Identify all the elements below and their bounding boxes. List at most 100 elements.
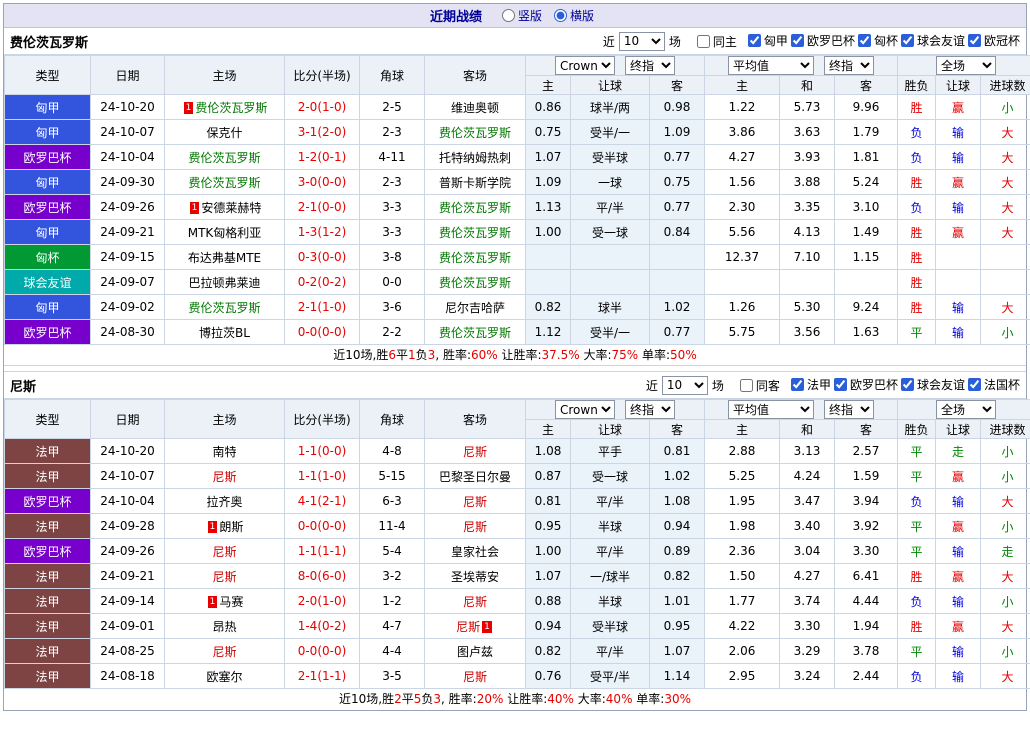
team-name-link[interactable]: 安德莱赫特: [201, 201, 261, 215]
same-venue-checkbox[interactable]: [739, 378, 753, 392]
score-link[interactable]: 1-3(1-2): [298, 225, 347, 239]
team-name-link[interactable]: 尼斯: [456, 620, 480, 634]
team-name-link[interactable]: 费伦茨瓦罗斯: [188, 151, 260, 165]
layout-horizontal-radio[interactable]: [554, 9, 567, 22]
final-odds-select[interactable]: 终指: [625, 400, 675, 419]
team-name-link[interactable]: 尼斯: [212, 470, 236, 484]
team-name-link[interactable]: 费伦茨瓦罗斯: [188, 301, 260, 315]
team-name-link[interactable]: 尼斯: [212, 645, 236, 659]
league-filter-checkbox[interactable]: [833, 378, 847, 391]
league-filter-option[interactable]: 欧罗巴杯: [833, 376, 898, 393]
team-name-link[interactable]: 昂热: [212, 620, 236, 634]
full-match-select[interactable]: 全场: [936, 400, 997, 419]
team-name-link[interactable]: 维迪奥顿: [451, 101, 499, 115]
team-name-link[interactable]: 保克什: [206, 126, 242, 140]
bookmaker-select[interactable]: Crown: [555, 56, 615, 75]
score-link[interactable]: 3-0(0-0): [298, 175, 347, 189]
league-filter-option[interactable]: 匈甲: [747, 32, 788, 49]
score-link[interactable]: 0-0(0-0): [298, 644, 347, 658]
score-link[interactable]: 1-1(0-0): [298, 444, 347, 458]
league-filter-checkbox[interactable]: [967, 34, 981, 47]
league-filter-checkbox[interactable]: [900, 378, 914, 391]
score-link[interactable]: 0-0(0-0): [298, 519, 347, 533]
team-name-link[interactable]: 费伦茨瓦罗斯: [439, 276, 511, 290]
team-name-link[interactable]: 巴拉顿弗莱迪: [188, 276, 260, 290]
team-name-link[interactable]: 圣埃蒂安: [451, 570, 499, 584]
team-name-link[interactable]: 费伦茨瓦罗斯: [439, 326, 511, 340]
team-name-link[interactable]: 尼斯: [463, 595, 487, 609]
full-match-select[interactable]: 全场: [936, 56, 997, 75]
league-filter-option[interactable]: 欧罗巴杯: [790, 32, 855, 49]
league-filter-checkbox[interactable]: [900, 34, 914, 47]
team-name-link[interactable]: 托特纳姆热刺: [439, 151, 511, 165]
team-name-link[interactable]: 南特: [212, 445, 236, 459]
league-filter-option[interactable]: 匈杯: [857, 32, 898, 49]
score-link[interactable]: 0-0(0-0): [298, 325, 347, 339]
score-link[interactable]: 1-1(1-0): [298, 469, 347, 483]
score-link[interactable]: 0-2(0-2): [298, 275, 347, 289]
league-filter-option[interactable]: 欧冠杯: [967, 32, 1020, 49]
league-filter-option[interactable]: 球会友谊: [900, 376, 965, 393]
average-final-odds-select[interactable]: 终指: [824, 400, 875, 419]
layout-vertical-option[interactable]: 竖版: [501, 7, 542, 24]
score-link[interactable]: 8-0(6-0): [298, 569, 347, 583]
team-name-link[interactable]: 欧塞尔: [206, 670, 242, 684]
team-name-link[interactable]: 布达弗基MTE: [188, 251, 261, 265]
team-name-link[interactable]: 博拉茨BL: [199, 326, 250, 340]
team-name-link[interactable]: 尼斯: [212, 545, 236, 559]
team-name-link[interactable]: 朗斯: [219, 520, 243, 534]
score-link[interactable]: 2-1(1-0): [298, 300, 347, 314]
team-name-link[interactable]: 巴黎圣日尔曼: [439, 470, 511, 484]
same-venue-option[interactable]: 同客: [739, 377, 780, 394]
league-filter-checkbox[interactable]: [967, 378, 981, 391]
score-link[interactable]: 1-1(1-1): [298, 544, 347, 558]
score-link[interactable]: 2-0(1-0): [298, 100, 347, 114]
league-filter-option[interactable]: 球会友谊: [900, 32, 965, 49]
layout-horizontal-option[interactable]: 横版: [554, 7, 594, 24]
average-select[interactable]: 平均值: [728, 400, 815, 419]
match-count-select[interactable]: 10: [661, 375, 708, 395]
team-name-link[interactable]: MTK匈格利亚: [188, 226, 262, 240]
team-name-link[interactable]: 尼斯: [463, 445, 487, 459]
same-venue-checkbox[interactable]: [696, 34, 710, 48]
league-filter-checkbox[interactable]: [790, 378, 804, 391]
league-filter-checkbox[interactable]: [747, 34, 761, 47]
avg-away-odds-cell: 3.94: [834, 488, 899, 514]
score-link[interactable]: 1-4(0-2): [298, 619, 347, 633]
team-name-link[interactable]: 费伦茨瓦罗斯: [439, 226, 511, 240]
final-odds-select[interactable]: 终指: [625, 56, 675, 75]
recent-results-panel: 近期战绩 竖版 横版 费伦茨瓦罗斯 近 10 场 同主 匈甲 欧罗巴杯 匈杯 球会友谊…: [3, 3, 1030, 711]
league-filter-checkbox[interactable]: [790, 34, 804, 47]
score-link[interactable]: 3-1(2-0): [298, 125, 347, 139]
score-link[interactable]: 2-1(0-0): [298, 200, 347, 214]
team-name-link[interactable]: 图卢兹: [457, 645, 493, 659]
team-name-link[interactable]: 尼斯: [463, 520, 487, 534]
team-name-link[interactable]: 尼尔吉哈萨: [445, 301, 505, 315]
team-name-link[interactable]: 费伦茨瓦罗斯: [439, 201, 511, 215]
team-name-link[interactable]: 费伦茨瓦罗斯: [439, 126, 511, 140]
team-name-link[interactable]: 尼斯: [463, 670, 487, 684]
team-name-link[interactable]: 费伦茨瓦罗斯: [195, 101, 267, 115]
league-filter-checkbox[interactable]: [857, 34, 871, 47]
score-link[interactable]: 2-1(1-1): [298, 669, 347, 683]
average-final-odds-select[interactable]: 终指: [824, 56, 875, 75]
average-select[interactable]: 平均值: [728, 56, 815, 75]
team-name-link[interactable]: 尼斯: [463, 495, 487, 509]
team-name-link[interactable]: 拉齐奥: [206, 495, 242, 509]
layout-vertical-radio[interactable]: [501, 9, 515, 22]
team-name-link[interactable]: 皇家社会: [451, 545, 499, 559]
league-filter-option[interactable]: 法甲: [790, 376, 831, 393]
score-link[interactable]: 4-1(2-1): [298, 494, 347, 508]
team-name-link[interactable]: 费伦茨瓦罗斯: [439, 251, 511, 265]
bookmaker-select[interactable]: Crown: [555, 400, 615, 419]
match-count-select[interactable]: 10: [618, 31, 665, 51]
team-name-link[interactable]: 尼斯: [212, 570, 236, 584]
score-link[interactable]: 0-3(0-0): [298, 250, 347, 264]
score-link[interactable]: 1-2(0-1): [298, 150, 347, 164]
team-name-link[interactable]: 费伦茨瓦罗斯: [188, 176, 260, 190]
league-filter-option[interactable]: 法国杯: [967, 376, 1020, 393]
score-link[interactable]: 2-0(1-0): [298, 594, 347, 608]
same-venue-option[interactable]: 同主: [696, 33, 737, 50]
team-name-link[interactable]: 马赛: [219, 595, 243, 609]
team-name-link[interactable]: 普斯卡斯学院: [439, 176, 511, 190]
